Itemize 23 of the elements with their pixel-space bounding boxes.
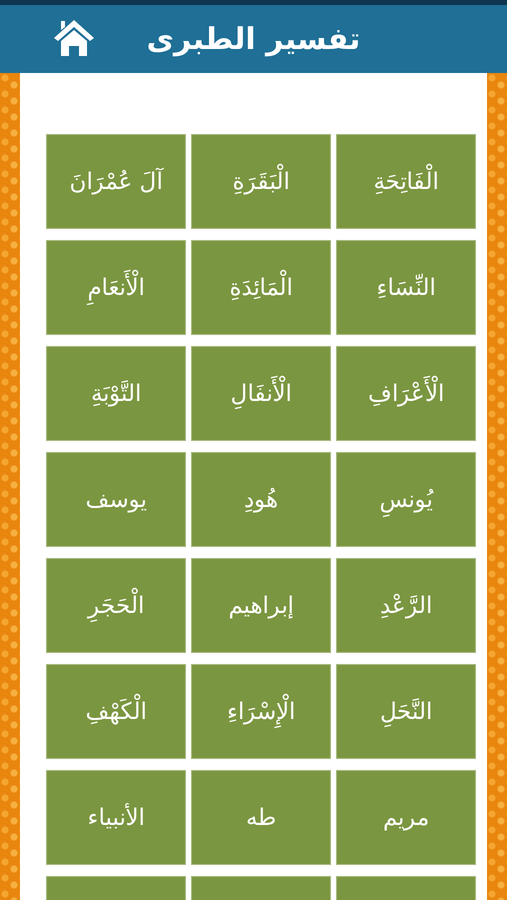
surah-tile[interactable]: الْإِسْرَاءِ bbox=[191, 664, 331, 759]
surah-tile[interactable]: التَّوْبَةِ bbox=[46, 346, 186, 441]
surah-tile[interactable]: إبراهيم bbox=[191, 558, 331, 653]
surah-tile[interactable]: الرَّعْدِ bbox=[336, 558, 476, 653]
surah-tile[interactable]: مريم bbox=[336, 770, 476, 865]
surah-tile[interactable]: الْفَاتِحَةِ bbox=[336, 134, 476, 229]
surah-tile[interactable]: الْأَنفَالِ bbox=[191, 346, 331, 441]
surah-tile[interactable]: يُونسِ bbox=[336, 452, 476, 547]
surah-tile[interactable]: النَّحَلِ bbox=[336, 664, 476, 759]
surah-tile[interactable]: الْبَقَرَةِ bbox=[191, 134, 331, 229]
surah-tile[interactable]: الْكَهْفِ bbox=[46, 664, 186, 759]
surah-tile[interactable]: الْأَنعَامِ bbox=[46, 240, 186, 335]
surah-tile[interactable]: الْأَعْرَافِ bbox=[336, 346, 476, 441]
surah-tile[interactable]: يوسف bbox=[46, 452, 186, 547]
surah-tile[interactable]: الْحَجَرِ bbox=[46, 558, 186, 653]
app-title: تفسير الطبرى bbox=[146, 22, 360, 56]
surah-tile[interactable]: آلَ عُمْرَانَ bbox=[46, 134, 186, 229]
surah-tile[interactable]: الأنبياء bbox=[46, 770, 186, 865]
surah-tile[interactable]: طه bbox=[191, 770, 331, 865]
home-icon[interactable] bbox=[52, 17, 96, 57]
surah-tile[interactable]: الْمَائِدَةِ bbox=[191, 240, 331, 335]
surah-tile[interactable]: النِّسَاءِ bbox=[336, 240, 476, 335]
surah-tile[interactable]: هُودِ bbox=[191, 452, 331, 547]
